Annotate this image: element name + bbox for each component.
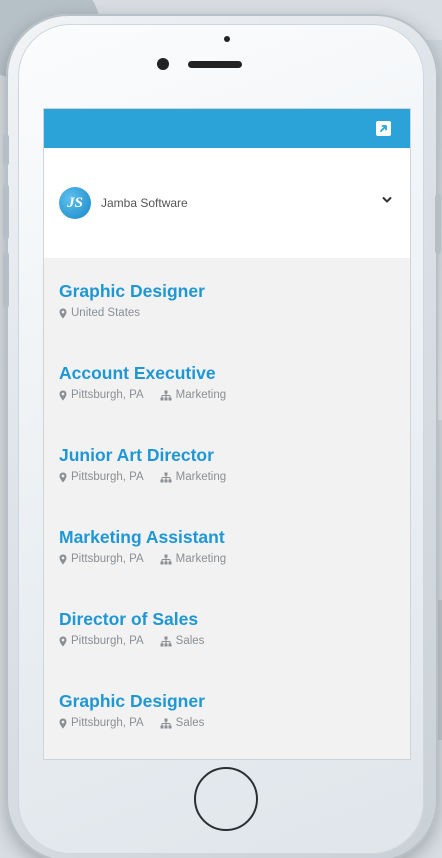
job-meta: Pittsburgh, PA Sales [59,716,410,730]
company-name: Jamba Software [101,196,188,210]
job-location-text: Pittsburgh, PA [71,471,144,483]
job-list-item[interactable]: Director of Sales Pittsburgh, PA Sales [44,608,410,690]
map-pin-icon [59,718,67,728]
company-selector[interactable]: JS Jamba Software [44,148,410,258]
job-meta: Pittsburgh, PA Marketing [59,552,410,566]
phone-screen: JS Jamba Software Graphic Designer Unite… [43,108,411,760]
map-pin-icon [59,554,67,564]
job-department-text: Sales [175,717,205,729]
job-department: Sales [160,716,205,730]
job-list-item[interactable]: Graphic Designer Pittsburgh, PA Sales [44,690,410,759]
job-location: Pittsburgh, PA [59,634,144,648]
map-pin-icon [59,390,67,400]
job-location: Pittsburgh, PA [59,552,144,566]
job-location-text: United States [71,307,141,319]
chevron-down-icon[interactable] [382,196,392,204]
company-logo-text: JS [67,194,83,211]
job-title-link[interactable]: Marketing Assistant [59,526,410,548]
job-department: Marketing [160,552,227,566]
job-department-text: Marketing [175,389,227,401]
app-header-bar [44,109,410,148]
job-meta: United States [59,306,410,320]
job-title-link[interactable]: Graphic Designer [59,690,410,712]
job-location: Pittsburgh, PA [59,716,144,730]
org-chart-icon [160,636,172,646]
job-department: Marketing [160,470,227,484]
org-chart-icon [160,390,172,400]
phone-camera [157,58,169,70]
job-location-text: Pittsburgh, PA [71,717,144,729]
job-meta: Pittsburgh, PA Marketing [59,388,410,402]
job-location: Pittsburgh, PA [59,388,144,402]
phone-home-button[interactable] [194,767,258,831]
job-location: Pittsburgh, PA [59,470,144,484]
job-list: Graphic Designer United States Account E… [44,258,410,759]
external-link-icon[interactable] [376,121,391,136]
map-pin-icon [59,308,67,318]
phone-speaker [188,61,242,68]
company-logo: JS [59,187,91,219]
job-list-item[interactable]: Graphic Designer United States [44,280,410,362]
job-list-item[interactable]: Account Executive Pittsburgh, PA Marketi… [44,362,410,444]
job-title-link[interactable]: Graphic Designer [59,280,410,302]
photo-background: JS Jamba Software Graphic Designer Unite… [0,0,442,858]
job-department: Marketing [160,388,227,402]
map-pin-icon [59,472,67,482]
org-chart-icon [160,718,172,728]
job-meta: Pittsburgh, PA Marketing [59,470,410,484]
job-department-text: Marketing [175,553,227,565]
job-location: United States [59,306,140,320]
job-location-text: Pittsburgh, PA [71,389,144,401]
job-list-item[interactable]: Marketing Assistant Pittsburgh, PA Marke… [44,526,410,608]
job-meta: Pittsburgh, PA Sales [59,634,410,648]
map-pin-icon [59,636,67,646]
phone-sensor [224,36,230,42]
job-title-link[interactable]: Account Executive [59,362,410,384]
org-chart-icon [160,472,172,482]
org-chart-icon [160,554,172,564]
job-title-link[interactable]: Director of Sales [59,608,410,630]
phone-volume-down [3,252,9,308]
phone-mute-switch [3,134,9,166]
job-list-item[interactable]: Junior Art Director Pittsburgh, PA Marke… [44,444,410,526]
job-department-text: Marketing [175,471,227,483]
job-department: Sales [160,634,205,648]
phone-volume-up [3,184,9,240]
job-department-text: Sales [175,635,205,647]
phone-power-button [435,194,441,254]
job-location-text: Pittsburgh, PA [71,553,144,565]
job-location-text: Pittsburgh, PA [71,635,144,647]
job-title-link[interactable]: Junior Art Director [59,444,410,466]
